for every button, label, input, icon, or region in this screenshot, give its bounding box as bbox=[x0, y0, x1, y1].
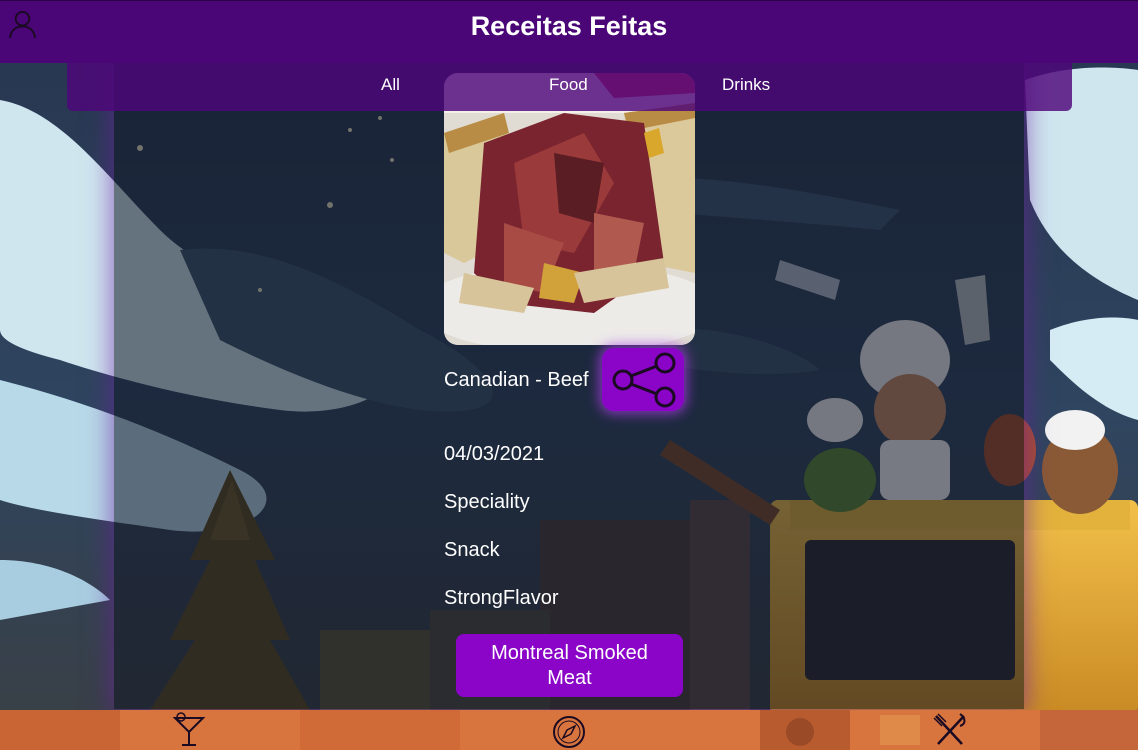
filter-food-button[interactable]: Food bbox=[549, 75, 588, 95]
filter-drinks-button[interactable]: Drinks bbox=[722, 75, 770, 95]
share-icon bbox=[612, 352, 676, 407]
recipe-tag: Snack bbox=[444, 539, 500, 561]
recipe-category: Canadian - Beef bbox=[444, 369, 589, 391]
filter-bar: All Food Drinks bbox=[67, 63, 1072, 111]
app-header: Receitas Feitas bbox=[0, 0, 1138, 63]
recipe-image[interactable] bbox=[444, 73, 695, 345]
share-button[interactable] bbox=[602, 348, 684, 411]
page-title: Receitas Feitas bbox=[470, 10, 668, 41]
footer-nav bbox=[0, 710, 1138, 750]
compass-icon[interactable] bbox=[551, 712, 587, 748]
recipe-tag: StrongFlavor bbox=[444, 587, 559, 609]
recipe-name-button[interactable]: Montreal Smoked Meat bbox=[456, 634, 683, 697]
filter-all-button[interactable]: All bbox=[381, 75, 400, 95]
recipe-photo bbox=[444, 73, 695, 345]
recipe-tag: Speciality bbox=[444, 491, 530, 513]
cocktail-icon[interactable] bbox=[171, 712, 207, 748]
utensils-icon[interactable] bbox=[932, 712, 968, 748]
recipe-done-date: 04/03/2021 bbox=[444, 443, 545, 465]
profile-icon[interactable] bbox=[8, 10, 37, 39]
